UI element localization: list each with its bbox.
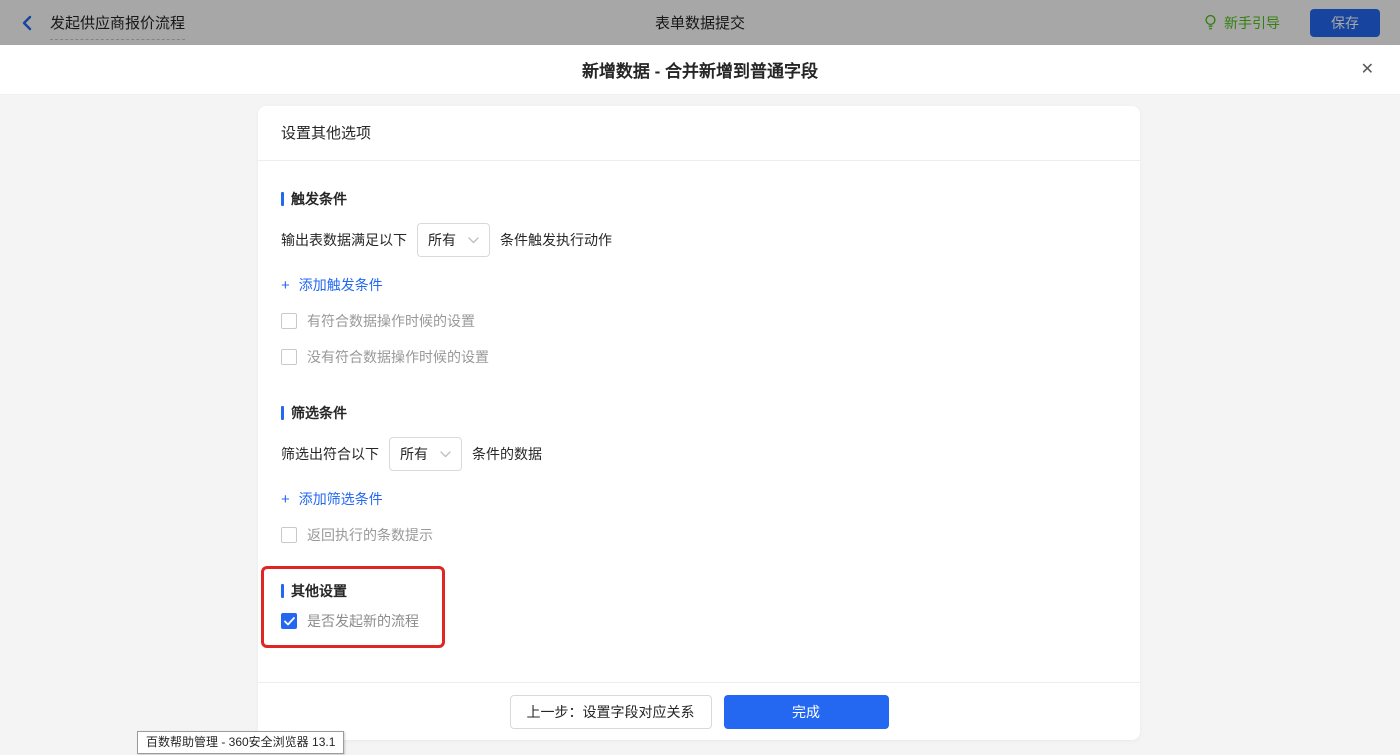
topbar-left: 发起供应商报价流程 <box>20 9 186 40</box>
checkbox-count-tip[interactable]: 返回执行的条数提示 <box>281 525 433 545</box>
guide-label: 新手引导 <box>1224 14 1280 31</box>
checkbox-start-new-flow-label: 是否发起新的流程 <box>307 613 419 629</box>
topbar: 发起供应商报价流程 表单数据提交 新手引导 保存 <box>0 0 1400 45</box>
accent-bar-icon <box>281 406 284 420</box>
add-filter-label: 添加筛选条件 <box>298 491 383 507</box>
flow-title[interactable]: 发起供应商报价流程 <box>50 12 186 40</box>
annotation-red-box: 其他设置 是否发起新的流程 <box>261 566 445 648</box>
trigger-row-prefix: 输出表数据满足以下 <box>281 232 407 248</box>
checkbox-no-match[interactable]: 没有符合数据操作时候的设置 <box>281 347 489 367</box>
topbar-right: 新手引导 保存 <box>1203 8 1380 37</box>
trigger-section-label: 触发条件 <box>291 191 347 207</box>
checkbox-icon <box>281 527 297 543</box>
card-content: 触发条件 输出表数据满足以下 所有 条件触发执行动作 + 添加触发条件 有符合数… <box>258 161 1140 682</box>
add-filter-condition-link[interactable]: + 添加筛选条件 <box>281 489 383 509</box>
trigger-match-select[interactable]: 所有 <box>417 223 490 257</box>
done-button[interactable]: 完成 <box>723 694 889 729</box>
beginner-guide-button[interactable]: 新手引导 <box>1203 13 1280 33</box>
status-tooltip: 百数帮助管理 - 360安全浏览器 13.1 <box>137 731 345 754</box>
accent-bar-icon <box>281 192 284 206</box>
previous-step-button[interactable]: 上一步：设置字段对应关系 <box>509 694 712 729</box>
save-button[interactable]: 保存 <box>1310 8 1380 37</box>
screen: 发起供应商报价流程 表单数据提交 新手引导 保存 新增数据 - 合并新增到普通字… <box>0 0 1400 755</box>
other-section-title: 其他设置 <box>281 581 442 601</box>
checkbox-checked-icon <box>281 613 297 629</box>
filter-row-prefix: 筛选出符合以下 <box>281 446 379 462</box>
trigger-section-title: 触发条件 <box>281 189 1117 209</box>
chevron-down-icon <box>468 236 479 243</box>
filter-row-suffix: 条件的数据 <box>472 446 542 462</box>
plus-icon: + <box>281 276 290 294</box>
checkbox-has-match[interactable]: 有符合数据操作时候的设置 <box>281 311 475 331</box>
checkbox-no-match-label: 没有符合数据操作时候的设置 <box>307 349 489 365</box>
page-title: 表单数据提交 <box>654 15 745 32</box>
filter-match-select[interactable]: 所有 <box>389 437 462 471</box>
close-icon[interactable]: ✕ <box>1361 61 1374 78</box>
options-card: 设置其他选项 触发条件 输出表数据满足以下 所有 条件触发执行动作 + 添加触发… <box>258 106 1140 740</box>
modal-header: 新增数据 - 合并新增到普通字段 ✕ <box>0 45 1400 95</box>
add-trigger-label: 添加触发条件 <box>298 277 383 293</box>
plus-icon: + <box>281 490 290 508</box>
checkbox-count-tip-label: 返回执行的条数提示 <box>307 527 433 543</box>
checkbox-icon <box>281 349 297 365</box>
back-icon[interactable] <box>20 15 34 31</box>
filter-section-label: 筛选条件 <box>291 405 347 421</box>
trigger-condition-row: 输出表数据满足以下 所有 条件触发执行动作 <box>281 223 1117 257</box>
filter-condition-row: 筛选出符合以下 所有 条件的数据 <box>281 437 1117 471</box>
add-trigger-condition-link[interactable]: + 添加触发条件 <box>281 275 383 295</box>
filter-select-value: 所有 <box>400 446 428 462</box>
checkbox-start-new-flow[interactable]: 是否发起新的流程 <box>281 611 419 631</box>
card-footer: 上一步：设置字段对应关系 完成 <box>258 682 1140 740</box>
other-section-label: 其他设置 <box>291 583 347 599</box>
card-header: 设置其他选项 <box>258 106 1140 161</box>
chevron-down-icon <box>440 450 451 457</box>
accent-bar-icon <box>281 584 284 598</box>
trigger-row-suffix: 条件触发执行动作 <box>500 232 612 248</box>
checkbox-has-match-label: 有符合数据操作时候的设置 <box>307 313 475 329</box>
modal-title: 新增数据 - 合并新增到普通字段 <box>581 62 819 81</box>
trigger-select-value: 所有 <box>428 232 456 248</box>
lightbulb-icon <box>1205 14 1216 30</box>
filter-section-title: 筛选条件 <box>281 403 1117 423</box>
checkbox-icon <box>281 313 297 329</box>
modal-body: 设置其他选项 触发条件 输出表数据满足以下 所有 条件触发执行动作 + 添加触发… <box>0 95 1400 755</box>
